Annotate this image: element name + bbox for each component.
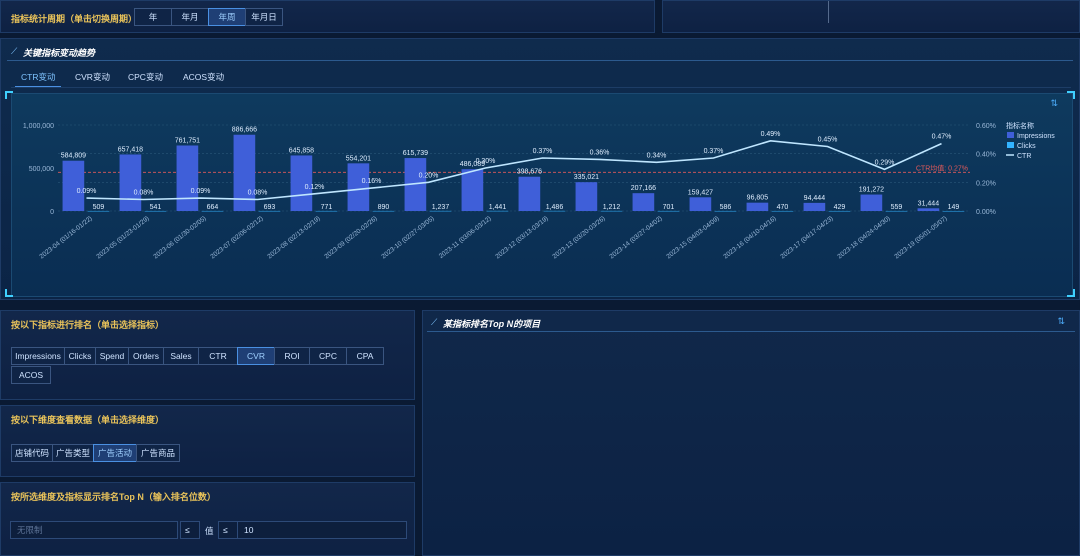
period-option-2[interactable]: 年周 (208, 8, 246, 26)
topn-value-label: 值 (205, 526, 214, 536)
topn-label: 按所选维度及指标显示排名Top N（输入排名位数） (11, 492, 216, 502)
tab-0[interactable]: CTR变动 (21, 71, 55, 83)
period-option-0[interactable]: 年 (134, 8, 172, 26)
trend-tab-underline (11, 87, 1071, 88)
rank-label: 按以下指标进行排名（单击选择指标） (11, 320, 165, 330)
period-panel: 指标统计周期（单击切换周期） 年年月 年周 年月日 (0, 0, 655, 33)
dimension-option-1[interactable]: 广告类型 (52, 444, 94, 462)
topn-chart-title: 某指标排名Top N的项目 (443, 319, 541, 329)
tab-3[interactable]: ACOS变动 (183, 71, 224, 83)
dimension-label: 按以下维度查看数据（单击选择维度） (11, 415, 165, 425)
dimension-panel: 按以下维度查看数据（单击选择维度） 店铺代码 广告类型 广告活动 广告商品 (0, 405, 415, 477)
rank-option-6[interactable]: CVR (237, 347, 275, 365)
corner-marker (5, 289, 13, 297)
period-option-1[interactable]: 年月 (171, 8, 209, 26)
topn-max-input[interactable]: 10 (237, 521, 407, 539)
dimension-option-3[interactable]: 广告商品 (136, 444, 180, 462)
rank-option-7[interactable]: ROI (274, 347, 310, 365)
corner-marker (1067, 91, 1075, 99)
corner-marker (5, 91, 13, 99)
trend-panel: ⟋ 关键指标变动趋势 CTR变动 CVR变动 CPC变动 ACOS变动 ⇅ (0, 38, 1080, 300)
rank-option-0[interactable]: Impressions (11, 347, 65, 365)
divider (828, 1, 829, 23)
rank-option-2[interactable]: Spend (95, 347, 129, 365)
topn-toolbox-icon[interactable]: ⇅ (1057, 316, 1065, 327)
rank-option-4[interactable]: Sales (163, 347, 199, 365)
trend-title-icon: ⟋ (11, 46, 18, 56)
rank-option-9[interactable]: CPA (346, 347, 384, 365)
trend-title: 关键指标变动趋势 (23, 48, 96, 58)
period-option-3[interactable]: 年月日 (245, 8, 283, 26)
corner-marker (1067, 289, 1075, 297)
topn-op2-dropdown[interactable]: ≤ (218, 521, 238, 539)
period-label: 指标统计周期（单击切换周期） (11, 14, 138, 24)
rank-option-5[interactable]: CTR (198, 347, 238, 365)
tab-2[interactable]: CPC变动 (128, 71, 163, 83)
rank-option-3[interactable]: Orders (128, 347, 164, 365)
dimension-option-0[interactable]: 店铺代码 (11, 444, 53, 462)
rank-option-1[interactable]: Clicks (64, 347, 96, 365)
topn-min-input[interactable]: 无限制 (10, 521, 178, 539)
top-right-panel (662, 0, 1080, 33)
trend-title-underline (7, 60, 1073, 61)
chart-area: ⇅ (11, 93, 1073, 297)
topn-title-underline (427, 331, 1075, 332)
topn-op1-dropdown[interactable]: ≤ (180, 521, 200, 539)
topn-chart-panel: ⟋ 某指标排名Top N的项目 ⇅ (422, 310, 1080, 556)
rank-option-10[interactable]: ACOS (11, 366, 51, 384)
topn-panel: 按所选维度及指标显示排名Top N（输入排名位数） 无限制 ≤ 值 ≤ 10 (0, 482, 415, 556)
dimension-option-2[interactable]: 广告活动 (93, 444, 137, 462)
chart-toolbox-icon[interactable]: ⇅ (1050, 98, 1058, 109)
rank-panel: 按以下指标进行排名（单击选择指标） Impressions Clicks Spend… (0, 310, 415, 400)
tab-1[interactable]: CVR变动 (75, 71, 110, 83)
topn-title-icon: ⟋ (431, 317, 438, 327)
rank-option-8[interactable]: CPC (309, 347, 347, 365)
